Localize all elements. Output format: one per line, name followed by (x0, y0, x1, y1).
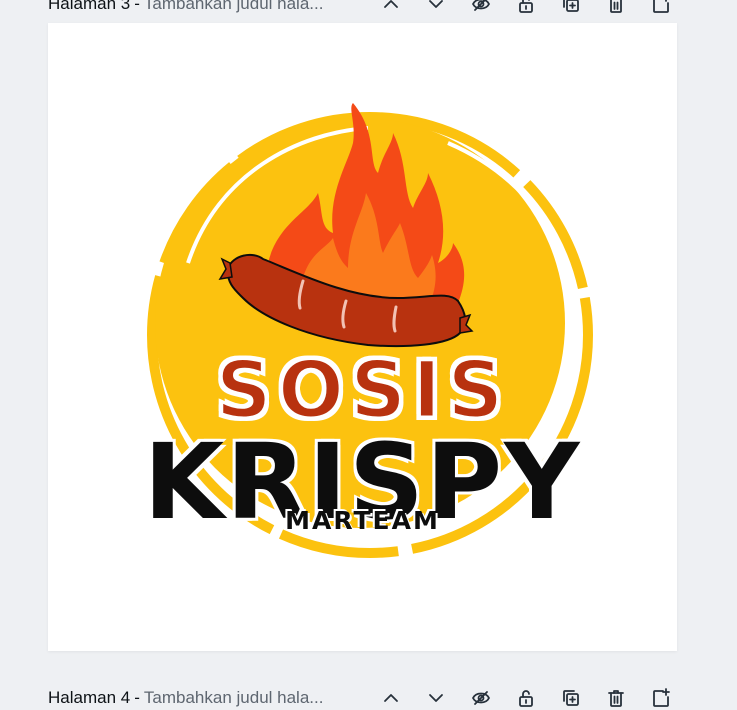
page-title-wrap: Halaman 3 - Tambahkan judul hala... (48, 0, 323, 14)
add-page-button[interactable] (650, 0, 672, 15)
duplicate-icon (563, 690, 579, 706)
page-title-input[interactable]: Tambahkan judul hala... (144, 688, 324, 708)
trash-icon (610, 0, 622, 13)
trash-icon (608, 690, 624, 707)
lock-page-button[interactable] (515, 0, 537, 15)
page-header-3: Halaman 3 - Tambahkan judul hala... (48, 0, 678, 16)
eye-icon (472, 691, 490, 705)
eye-icon (472, 0, 490, 11)
lock-icon (519, 0, 533, 13)
page-label: Halaman 4 (48, 688, 131, 707)
page-toolbar (380, 0, 672, 15)
logo-word-marteam: MARTEAM (285, 506, 440, 535)
add-page-icon (653, 0, 669, 13)
sosis-krispy-logo (147, 103, 593, 558)
title-separator: - (134, 688, 140, 707)
page-title-input[interactable]: Tambahkan judul hala... (144, 0, 324, 14)
duplicate-page-button[interactable] (560, 0, 582, 15)
delete-page-button[interactable] (605, 0, 627, 15)
chevron-up-icon (384, 694, 398, 702)
add-page-icon (653, 688, 670, 707)
hide-page-button[interactable] (470, 0, 492, 15)
move-down-button[interactable] (425, 0, 447, 15)
page-label: Halaman 3 (48, 0, 131, 13)
page-header-4: Halaman 4 - Tambahkan judul hala... (48, 686, 678, 710)
move-up-button[interactable] (380, 0, 402, 15)
page-title-wrap: Halaman 4 - Tambahkan judul hala... (48, 688, 323, 708)
chevron-up-icon (384, 0, 398, 8)
duplicate-icon (563, 0, 579, 12)
chevron-down-icon (429, 0, 443, 8)
design-page-3[interactable]: SOSIS KRISPY MARTEAM (48, 23, 677, 651)
title-separator: - (134, 0, 140, 13)
chevron-down-icon (429, 694, 443, 702)
lock-icon (519, 690, 533, 707)
